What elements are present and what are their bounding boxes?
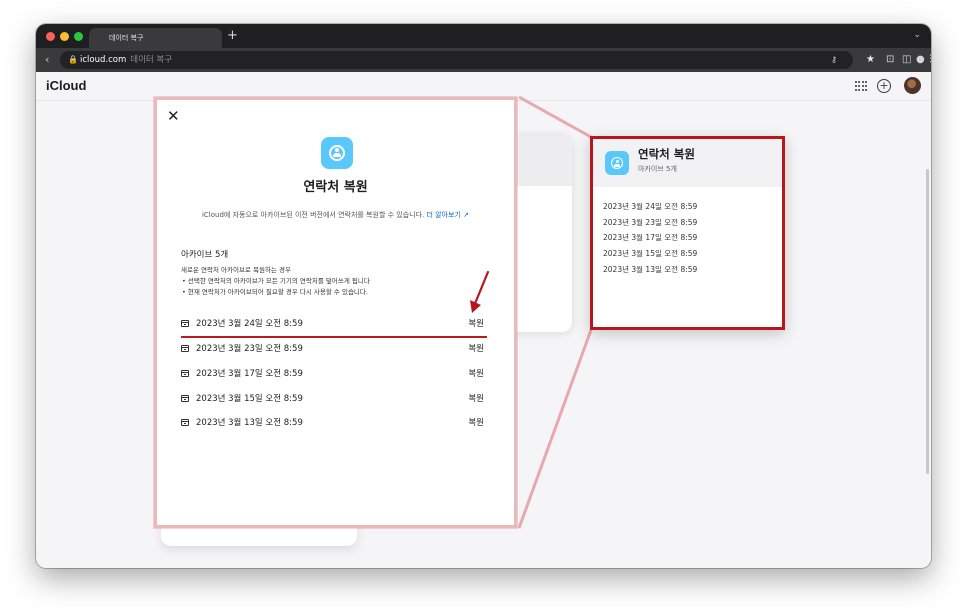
list-item: 2023년 3월 24일 오전 8:59 (603, 202, 698, 211)
archive-date: 2023년 3월 15일 오전 8:59 (196, 394, 303, 404)
address-bar: ‹ 🔒 icloud.com 데이터 복구 ⚷ ★ ⊡ ◫ ● ⋮ (36, 48, 931, 72)
list-item: 2023년 3월 23일 오전 8:59 (603, 217, 698, 227)
archive-row: 2023년 3월 13일 오전 8:59 복원 (181, 414, 484, 436)
screenshot-stage: 데이터 복구 + ⌄ ‹ 🔒 icloud.com 데이터 복구 ⚷ ★ ⊡ ◫ … (0, 0, 966, 614)
archive-date: 2023년 3월 23일 오전 8:59 (196, 344, 303, 354)
bookmark-star-icon[interactable]: ★ (866, 53, 875, 66)
more-menu-icon[interactable]: ⋮ (926, 53, 931, 66)
archive-box-icon (181, 320, 189, 327)
note-bullet: • 현재 연락처가 아카이브되어 필요할 경우 다시 사용할 수 있습니다. (182, 288, 368, 296)
add-circle-icon[interactable]: + (877, 79, 891, 93)
annotation-underline (181, 336, 487, 338)
archive-box-icon (181, 419, 189, 426)
restore-button[interactable]: 복원 (468, 417, 484, 429)
archive-date: 2023년 3월 13일 오전 8:59 (196, 418, 303, 428)
archive-box-icon (181, 395, 189, 402)
url-host: icloud.com (80, 55, 127, 65)
list-item: 2023년 3월 15일 오전 8:59 (603, 249, 698, 259)
restore-note: 새로운 연락처 아카이브로 복원하는 경우 • 선택한 연락처의 아카이브가 모… (181, 265, 370, 298)
profile-icon[interactable]: ● (916, 53, 925, 66)
archive-box-icon (181, 345, 189, 352)
note-heading: 새로운 연락처 아카이브로 복원하는 경우 (181, 266, 291, 274)
close-window-button[interactable] (46, 32, 55, 41)
minimize-window-button[interactable] (60, 32, 69, 41)
archive-count: 아카이브 5개 (181, 250, 229, 260)
restore-button[interactable]: 복원 (468, 318, 484, 330)
icloud-logo[interactable]: iCloud (44, 78, 86, 94)
back-arrow-icon[interactable]: ‹ (45, 53, 49, 66)
zoom-callout: 연락처 복원 아카이브 5개 2023년 3월 24일 오전 8:59 2023… (590, 136, 785, 330)
dialog-title: 연락처 복원 (303, 180, 368, 195)
contacts-app-icon (605, 151, 629, 175)
key-icon[interactable]: ⚷ (831, 54, 837, 66)
archive-row: 2023년 3월 23일 오전 8:59 복원 (181, 340, 484, 362)
url-page: 데이터 복구 (130, 55, 173, 65)
app-grid-icon[interactable] (855, 81, 867, 91)
learn-more-link[interactable]: 더 알아보기 ↗ (427, 211, 470, 219)
restore-contacts-dialog: ✕ 연락처 복원 iCloud에 자동으로 아카이브된 이전 버전에서 연락처를… (154, 97, 517, 528)
avatar[interactable] (904, 77, 921, 94)
url-field[interactable]: 🔒 icloud.com 데이터 복구 ⚷ (60, 51, 853, 69)
restore-button[interactable]: 복원 (468, 393, 484, 405)
new-tab-button[interactable]: + (227, 28, 238, 44)
annotation-arrow-icon (470, 270, 490, 313)
archive-row: 2023년 3월 15일 오전 8:59 복원 (181, 390, 484, 412)
browser-window: 데이터 복구 + ⌄ ‹ 🔒 icloud.com 데이터 복구 ⚷ ★ ⊡ ◫ … (36, 24, 931, 568)
tab-title: 데이터 복구 (109, 34, 144, 42)
list-item: 2023년 3월 13일 오전 8:59 (603, 264, 698, 274)
lock-icon: 🔒 (68, 55, 78, 64)
sidebar-icon[interactable]: ◫ (902, 53, 911, 66)
archive-row: 2023년 3월 17일 오전 8:59 복원 (181, 365, 484, 387)
zoom-window-button[interactable] (74, 32, 83, 41)
dialog-description: iCloud에 자동으로 아카이브된 이전 버전에서 연락처를 복원할 수 있습… (201, 211, 470, 219)
chevron-down-icon[interactable]: ⌄ (913, 29, 921, 41)
close-icon[interactable]: ✕ (167, 107, 180, 125)
tab-bar: 데이터 복구 + ⌄ (36, 24, 931, 48)
contacts-app-icon (321, 137, 353, 169)
archive-row: 2023년 3월 24일 오전 8:59 복원 (181, 315, 484, 337)
archive-box-icon (181, 370, 189, 377)
archive-date: 2023년 3월 24일 오전 8:59 (196, 319, 303, 329)
zoom-archive-list: 2023년 3월 24일 오전 8:59 2023년 3월 23일 오전 8:5… (603, 199, 697, 278)
zoom-header: 연락처 복원 아카이브 5개 (593, 139, 782, 187)
note-bullet: • 선택한 연락처의 아카이브가 모든 기기의 연락처를 덮어쓰게 됩니다 (182, 277, 370, 285)
archive-date: 2023년 3월 17일 오전 8:59 (196, 369, 303, 379)
url-text: icloud.com 데이터 복구 (80, 54, 172, 66)
list-item: 2023년 3월 17일 오전 8:59 (603, 233, 698, 243)
restore-button[interactable]: 복원 (468, 343, 484, 355)
zoom-subtitle: 아카이브 5개 (638, 165, 677, 173)
zoom-title: 연락처 복원 (638, 147, 695, 161)
restore-button[interactable]: 복원 (468, 368, 484, 380)
page-scrollbar[interactable] (926, 169, 929, 474)
screenshot-extension-icon[interactable]: ⊡ (886, 53, 894, 66)
tab-data-recovery[interactable]: 데이터 복구 (89, 28, 222, 48)
